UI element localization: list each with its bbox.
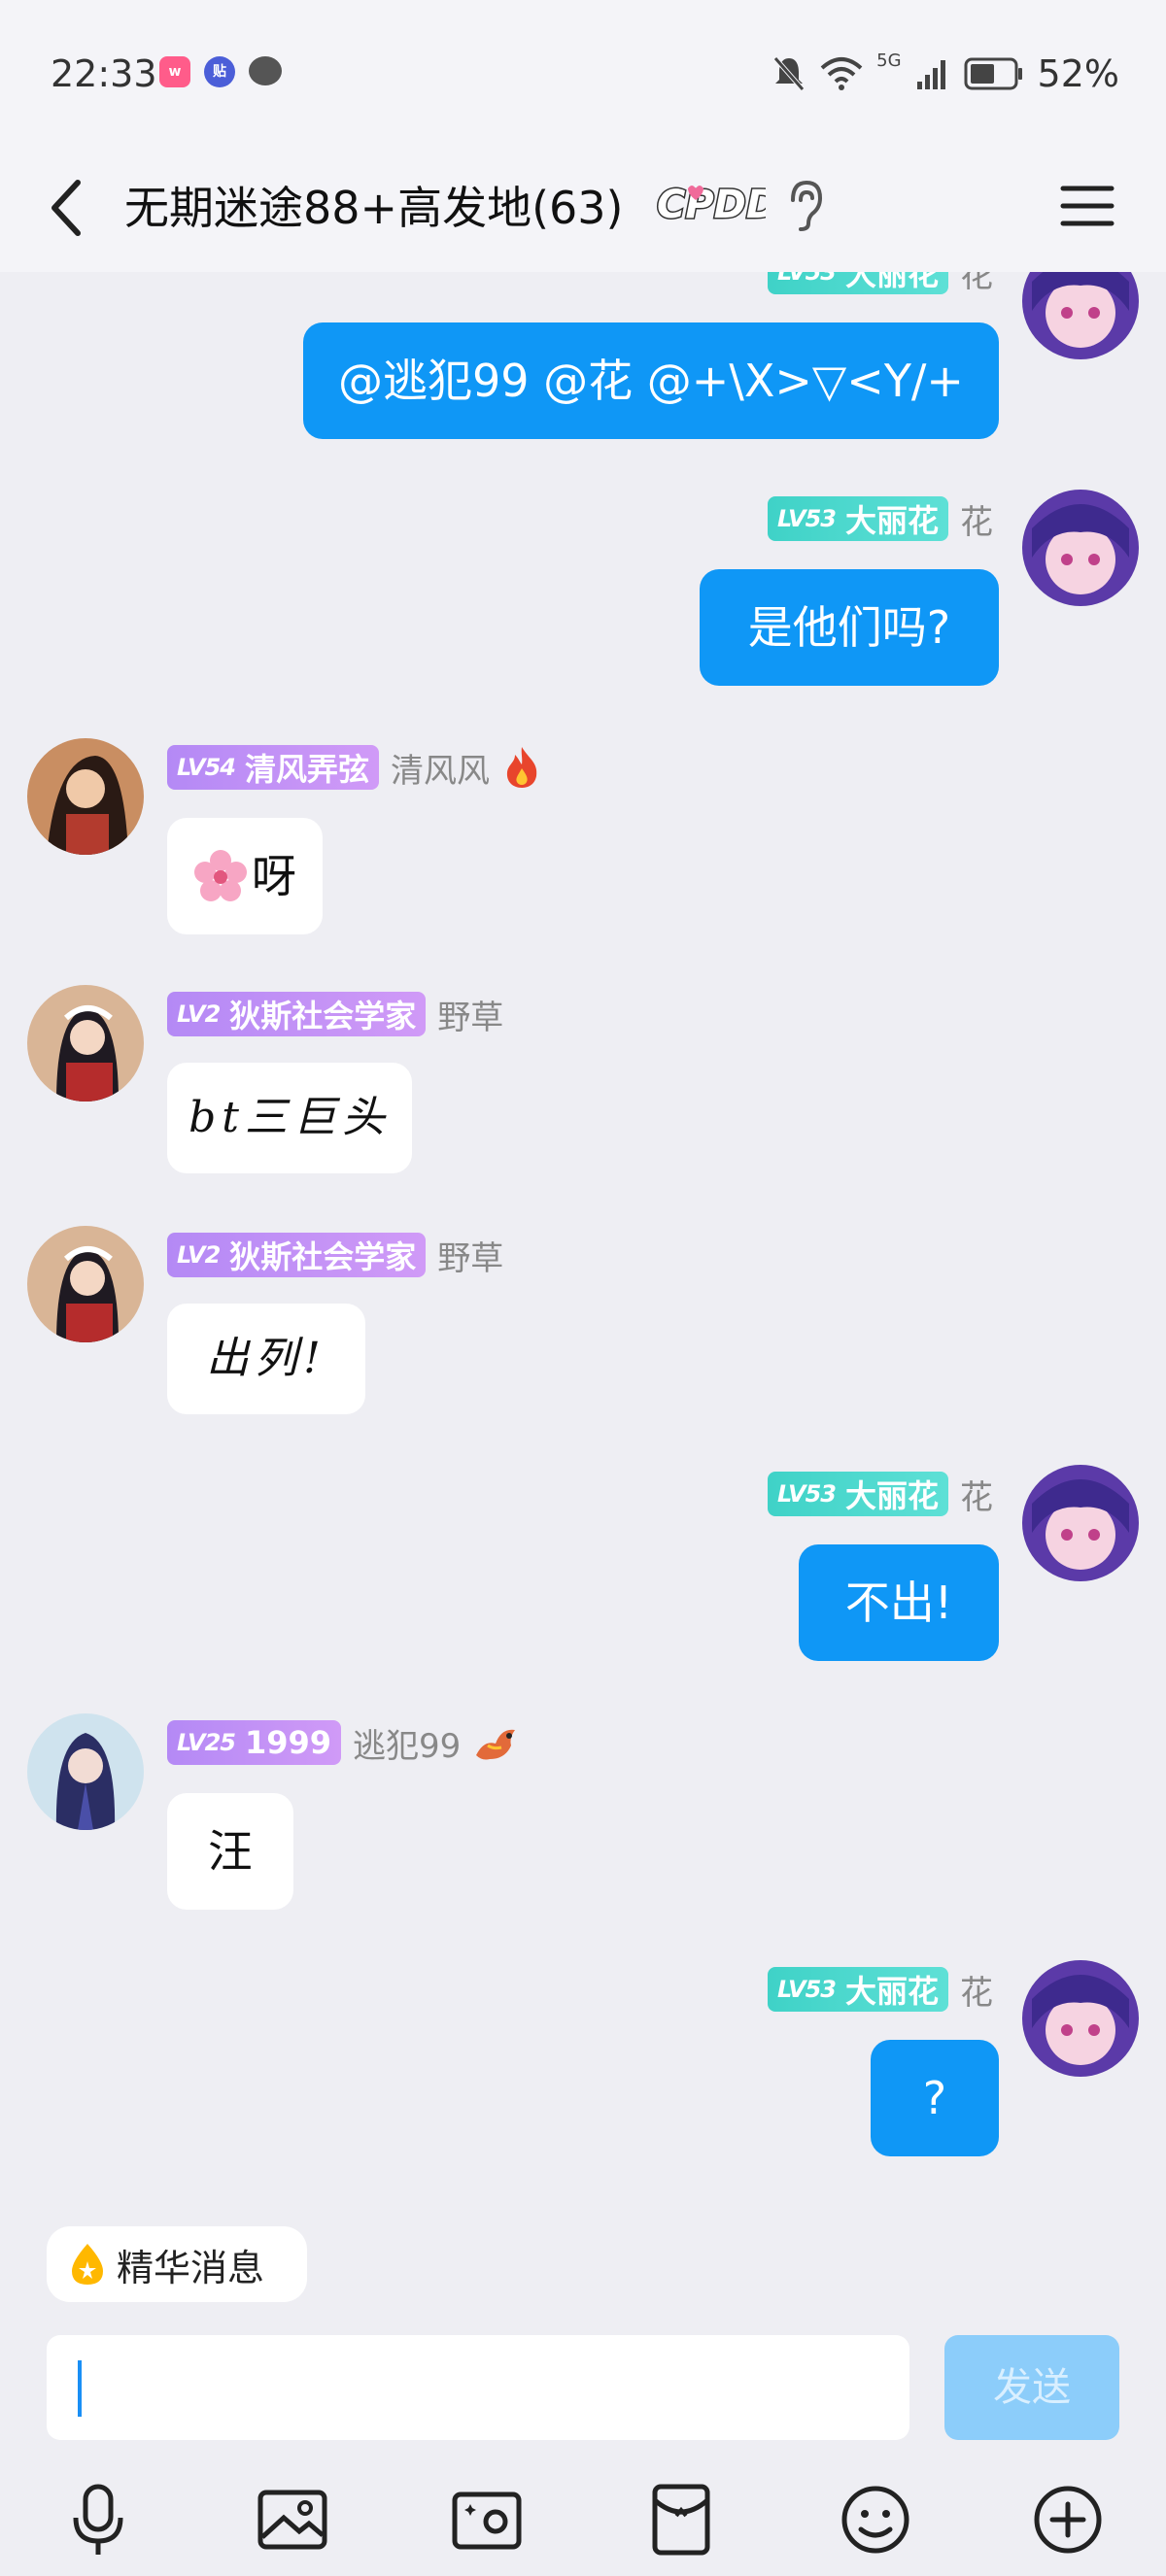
tieba-icon: 贴 — [204, 56, 235, 87]
level-badge: LV53 大丽花 — [768, 1967, 948, 2012]
cpdd-badge: CPDD — [653, 175, 780, 233]
message-meta: LV25 1999 逃犯99 — [167, 1719, 521, 1766]
chat-title[interactable]: 无期迷途88+高发地(63) — [124, 169, 624, 247]
message-in: LV2 狄斯社会学家 野草 出列! — [0, 1226, 1166, 1430]
camera-icon[interactable] — [443, 2475, 531, 2562]
chat-header: 无期迷途88+高发地(63) CPDD — [0, 146, 1166, 272]
menu-icon[interactable] — [1059, 179, 1115, 233]
level-badge: LV25 1999 — [167, 1720, 342, 1765]
microphone-icon[interactable] — [54, 2475, 142, 2562]
status-time: 22:33 — [51, 52, 157, 95]
message-out: LV53 大丽花 花 @逃犯99 @花 @+\X>▽<Y/+ — [0, 272, 1166, 457]
nickname: 野草 — [437, 998, 504, 1037]
battery-icon — [964, 57, 1022, 90]
message-bubble[interactable]: @逃犯99 @花 @+\X>▽<Y/+ — [303, 322, 999, 439]
message-meta: LV53 大丽花 花 — [768, 1471, 993, 1517]
emoji-icon[interactable] — [832, 2475, 919, 2562]
avatar[interactable] — [1022, 490, 1139, 606]
message-in: LV54 清风弄弦 清风风 呀 — [0, 738, 1166, 942]
fire-icon — [506, 747, 537, 788]
mute-icon — [773, 56, 806, 91]
avatar[interactable] — [27, 738, 144, 855]
message-bubble[interactable]: 不出! — [799, 1544, 999, 1661]
nickname: 花 — [960, 1973, 993, 2013]
message-bubble[interactable]: 呀 — [167, 818, 323, 934]
image-icon[interactable] — [249, 2475, 336, 2562]
red-packet-icon[interactable] — [637, 2475, 725, 2562]
message-meta: LV53 大丽花 花 — [768, 1966, 993, 2013]
avatar[interactable] — [27, 1713, 144, 1830]
message-bubble[interactable]: ? — [871, 2040, 999, 2156]
nickname: 花 — [960, 272, 993, 295]
level-badge: LV53 大丽花 — [768, 496, 948, 541]
nickname: 花 — [960, 1477, 993, 1517]
dragon-icon — [476, 1729, 516, 1760]
back-icon[interactable] — [39, 173, 97, 243]
composer: 精华消息 发送 — [0, 2215, 1166, 2576]
level-badge: LV2 狄斯社会学家 — [167, 1233, 427, 1277]
wifi-icon — [820, 57, 863, 90]
message-bubble[interactable]: bt三巨头 — [167, 1063, 412, 1173]
battery-percentage: 52% — [1037, 52, 1119, 95]
message-meta: LV53 大丽花 花 — [768, 272, 993, 295]
text-caret — [78, 2360, 82, 2417]
message-out: LV53 大丽花 花 ? — [0, 1960, 1166, 2164]
message-input[interactable] — [47, 2335, 909, 2440]
signal-icon — [916, 60, 945, 89]
message-list[interactable]: LV53 大丽花 花 @逃犯99 @花 @+\X>▽<Y/+ LV53 大丽花 花 — [0, 272, 1166, 2215]
message-out: LV53 大丽花 花 不出! — [0, 1465, 1166, 1669]
droplet-icon — [72, 2244, 103, 2285]
message-meta: LV53 大丽花 花 — [768, 495, 993, 542]
message-meta: LV2 狄斯社会学家 野草 — [167, 1232, 503, 1278]
avatar[interactable] — [1022, 1960, 1139, 2077]
level-badge: LV53 大丽花 — [768, 272, 948, 294]
nickname: 花 — [960, 502, 993, 542]
message-meta: LV2 狄斯社会学家 野草 — [167, 991, 503, 1037]
nickname: 逃犯99 — [353, 1726, 462, 1766]
send-button[interactable]: 发送 — [944, 2335, 1119, 2440]
weibo-icon: w — [159, 56, 190, 87]
message-in: LV25 1999 逃犯99 汪 — [0, 1713, 1166, 1917]
essence-label: 精华消息 — [117, 2246, 265, 2289]
message-icon — [249, 56, 282, 85]
nickname: 野草 — [437, 1238, 504, 1278]
essence-messages-button[interactable]: 精华消息 — [47, 2226, 307, 2302]
cherry-blossom-icon — [194, 850, 247, 901]
message-bubble[interactable]: 是他们吗? — [700, 569, 999, 686]
level-badge: LV53 大丽花 — [768, 1472, 948, 1516]
status-indicators: 5G 52% — [772, 51, 1119, 95]
message-meta: LV54 清风弄弦 清风风 — [167, 744, 542, 791]
avatar[interactable] — [1022, 272, 1139, 359]
cpdd-badge-text: CPDD — [657, 183, 766, 227]
avatar[interactable] — [1022, 1465, 1139, 1581]
avatar[interactable] — [27, 1226, 144, 1342]
message-bubble[interactable]: 出列! — [167, 1304, 365, 1414]
message-in: LV2 狄斯社会学家 野草 bt三巨头 — [0, 985, 1166, 1189]
level-badge: LV2 狄斯社会学家 — [167, 992, 427, 1036]
network-label: 5G — [876, 51, 902, 71]
avatar[interactable] — [27, 985, 144, 1102]
nickname: 清风风 — [390, 751, 490, 791]
message-out: LV53 大丽花 花 是他们吗? — [0, 490, 1166, 694]
level-badge: LV54 清风弄弦 — [167, 745, 379, 790]
plus-icon[interactable] — [1024, 2475, 1112, 2562]
message-bubble[interactable]: 汪 — [167, 1793, 293, 1910]
input-toolbar — [0, 2475, 1166, 2576]
ear-icon[interactable] — [785, 177, 824, 233]
status-bar: 22:33 w 贴 5G 52% — [0, 0, 1166, 146]
